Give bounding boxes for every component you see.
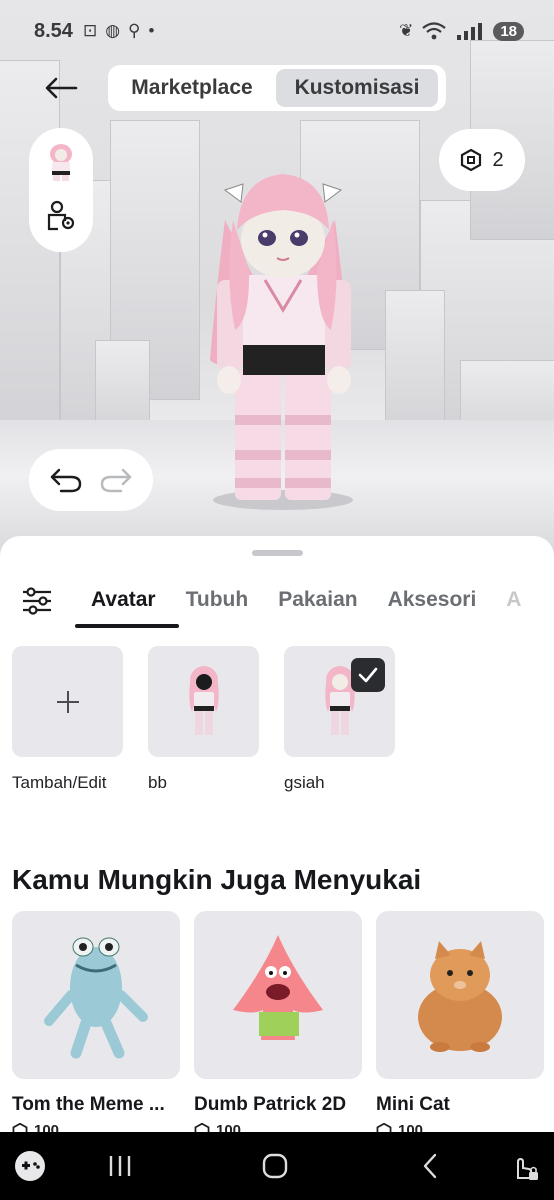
rec-item-name: Tom the Meme ... xyxy=(12,1094,165,1115)
tab-avatar[interactable]: Avatar xyxy=(76,580,171,630)
tab-kustomisasi[interactable]: Kustomisasi xyxy=(276,69,438,107)
outfit-thumb[interactable] xyxy=(284,646,395,757)
status-bar: 8.54 ⊡ ◍ ⚲ • ❦ 18 xyxy=(0,0,554,62)
rec-item-price: 100 xyxy=(12,1122,180,1132)
undo-redo-pill xyxy=(29,449,153,511)
rec-thumb[interactable] xyxy=(12,911,180,1079)
outfit-label: bb xyxy=(148,773,167,792)
avatar-settings-button[interactable] xyxy=(44,199,78,238)
tab-marketplace[interactable]: Marketplace xyxy=(112,69,272,107)
touch-lock-icon xyxy=(517,1157,538,1180)
rec-item-name: Dumb Patrick 2D xyxy=(194,1094,347,1115)
avatar-settings-icon xyxy=(47,200,75,231)
tab-pakaian[interactable]: Pakaian xyxy=(263,580,372,630)
outfit-avatar-image xyxy=(188,665,219,735)
outfit-list: Tambah/Edit bb gsiah xyxy=(12,646,395,793)
recommendations-list: Tom the Meme ... 100 Dumb Patrick 2D 100… xyxy=(12,911,544,1132)
patrick-item-image xyxy=(233,935,323,1040)
touch-lock-button[interactable] xyxy=(504,1146,544,1186)
mode-segmented-control: Marketplace Kustomisasi xyxy=(108,65,446,111)
battery-indicator: 18 xyxy=(493,21,524,41)
add-person-icon: ⚲ xyxy=(128,21,141,40)
robux-icon xyxy=(461,149,482,171)
avatar-tools-pill xyxy=(29,128,93,252)
robux-balance-button[interactable]: 2 xyxy=(439,129,525,191)
game-controller-icon xyxy=(15,1151,45,1181)
recommendations-title: Kamu Mungkin Juga Menyukai xyxy=(12,864,422,895)
undo-icon[interactable] xyxy=(49,467,83,493)
home-icon xyxy=(262,1153,288,1179)
customization-sheet: Avatar Tubuh Pakaian Aksesori A Tambah/E… xyxy=(0,536,554,1132)
bg-block xyxy=(385,290,445,440)
rec-item-price-value: 100 xyxy=(398,1122,424,1132)
system-navigation-bar xyxy=(0,1132,554,1200)
cat-item-image xyxy=(418,941,502,1052)
avatar-thumbnail-button[interactable] xyxy=(44,142,78,187)
back-button[interactable] xyxy=(40,70,82,106)
outfit-thumb[interactable] xyxy=(12,646,123,757)
game-controller-button[interactable] xyxy=(10,1146,50,1186)
robux-count: 2 xyxy=(492,148,504,171)
rec-item[interactable]: Mini Cat 100 xyxy=(376,911,544,1132)
rec-thumb[interactable] xyxy=(376,911,544,1079)
rec-item-price: 100 xyxy=(376,1122,544,1132)
avatar-thumbnail xyxy=(50,144,72,181)
outfit-item[interactable]: bb xyxy=(148,646,259,793)
robux-icon xyxy=(376,1122,392,1132)
outfit-label: Tambah/Edit xyxy=(12,773,107,792)
wifi-icon xyxy=(422,22,447,40)
tab-aksesori[interactable]: Aksesori xyxy=(373,580,492,630)
outfit-thumb[interactable] xyxy=(148,646,259,757)
outfit-add-edit[interactable]: Tambah/Edit xyxy=(12,646,123,793)
category-tabs: Avatar Tubuh Pakaian Aksesori A xyxy=(76,580,536,630)
back-nav-button[interactable] xyxy=(410,1146,450,1186)
robux-icon xyxy=(194,1122,210,1132)
frog-item-image xyxy=(44,937,148,1059)
messenger-icon: ◍ xyxy=(105,21,121,40)
selected-check-badge xyxy=(351,658,385,692)
robux-icon xyxy=(12,1122,28,1132)
dot-icon: • xyxy=(148,21,155,40)
active-tab-indicator xyxy=(75,624,179,628)
tab-tubuh[interactable]: Tubuh xyxy=(171,580,264,630)
rec-thumb[interactable] xyxy=(194,911,362,1079)
screenshot-icon: ⊡ xyxy=(82,21,98,40)
sliders-icon xyxy=(23,587,51,615)
recent-apps-button[interactable] xyxy=(100,1146,140,1186)
outfit-label: gsiah xyxy=(284,773,325,792)
signal-icon xyxy=(457,23,483,40)
status-time: 8.54 xyxy=(34,19,73,42)
rec-item-price: 100 xyxy=(194,1122,362,1132)
checkmark-icon xyxy=(358,667,378,683)
chevron-left-icon xyxy=(423,1153,437,1179)
rec-item-name: Mini Cat xyxy=(376,1094,450,1115)
outfit-item-selected[interactable]: gsiah xyxy=(284,646,395,793)
rec-item-price-value: 100 xyxy=(216,1122,242,1132)
rec-item[interactable]: Tom the Meme ... 100 xyxy=(12,911,180,1132)
sheet-drag-handle[interactable] xyxy=(252,550,303,556)
rec-item[interactable]: Dumb Patrick 2D 100 xyxy=(194,911,362,1132)
home-button[interactable] xyxy=(255,1146,295,1186)
tab-overflow[interactable]: A xyxy=(491,580,536,630)
arrow-left-icon xyxy=(45,77,78,99)
filter-button[interactable] xyxy=(20,584,54,618)
rec-item-price-value: 100 xyxy=(34,1122,60,1132)
plus-icon xyxy=(56,690,79,713)
recent-apps-icon xyxy=(109,1156,131,1176)
avatar-figure[interactable] xyxy=(195,160,365,520)
leaf-icon: ❦ xyxy=(399,21,414,40)
redo-icon[interactable] xyxy=(99,467,133,493)
